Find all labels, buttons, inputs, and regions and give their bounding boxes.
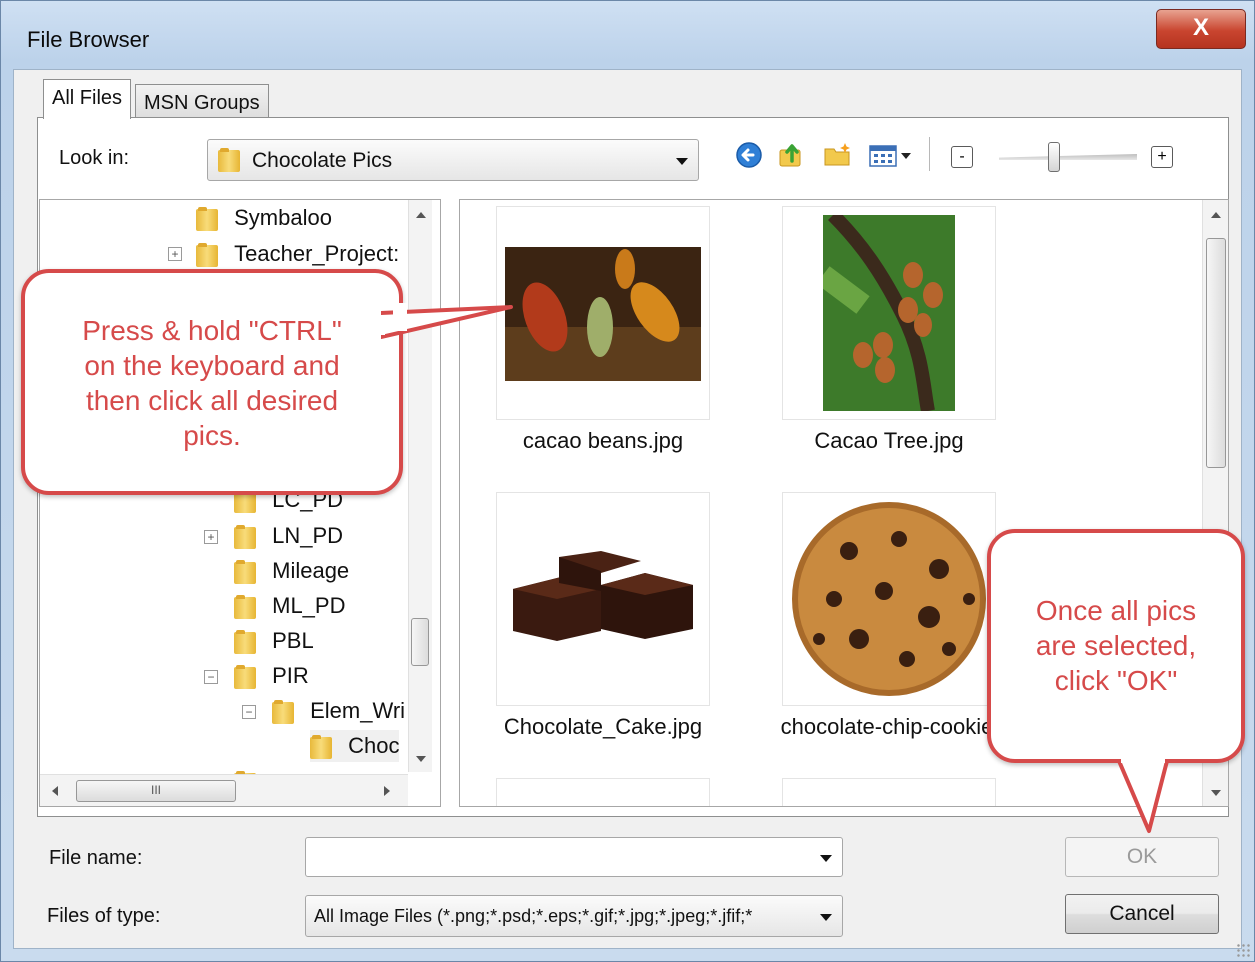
expand-icon[interactable]: + xyxy=(204,530,218,544)
file-name-caption: chocolate-chip-cookie xyxy=(780,714,994,739)
file-type-value: All Image Files (*.png;*.psd;*.eps;*.gif… xyxy=(314,906,753,926)
file-name-input[interactable] xyxy=(305,837,843,877)
file-name-label: File name: xyxy=(49,847,143,869)
folder-icon xyxy=(234,559,258,585)
scroll-right-icon[interactable] xyxy=(384,786,390,796)
tree-item-label: LN_PD xyxy=(272,523,344,548)
tab-msn-groups[interactable]: MSN Groups xyxy=(135,84,269,120)
folder-icon xyxy=(234,524,258,550)
tree-item-choc[interactable]: Choc xyxy=(310,730,400,762)
callout-right-line: click "OK" xyxy=(1054,665,1178,696)
callout-right: Once all pics are selected, click "OK" xyxy=(987,529,1245,763)
callout-left-line: Press & hold "CTRL" xyxy=(82,315,342,346)
folder-icon xyxy=(234,664,258,690)
look-in-label: Look in: xyxy=(59,147,130,169)
folder-icon xyxy=(272,699,296,725)
tree-item-ln-pd[interactable]: LN_PD xyxy=(234,520,343,552)
window-title: File Browser xyxy=(27,27,150,52)
resize-grip-icon[interactable] xyxy=(1236,943,1250,957)
file-type-dropdown[interactable]: All Image Files (*.png;*.psd;*.eps;*.gif… xyxy=(305,895,843,937)
folder-icon xyxy=(310,734,334,760)
tree-item-pbl[interactable]: PBL xyxy=(234,625,314,657)
file-thumbnail[interactable] xyxy=(782,778,996,806)
tree-horizontal-scrollbar[interactable]: III xyxy=(40,774,408,806)
tree-item-mileage[interactable]: Mileage xyxy=(234,555,349,587)
tree-item-label: ML_PD xyxy=(272,593,346,618)
look-in-dropdown[interactable]: Chocolate Pics xyxy=(207,139,699,181)
scroll-thumb[interactable] xyxy=(1206,238,1226,468)
tree-item-label: Elem_Wri xyxy=(310,698,406,723)
file-thumbnail[interactable] xyxy=(496,492,710,706)
tree-vertical-scrollbar[interactable] xyxy=(408,200,432,772)
back-icon[interactable] xyxy=(735,141,763,169)
tree-item-label: PBL xyxy=(272,628,314,653)
tree-item-pir[interactable]: PIR xyxy=(234,660,309,692)
tree-item-symbaloo[interactable]: Symbaloo xyxy=(196,202,332,234)
scroll-thumb[interactable] xyxy=(411,618,429,666)
zoom-slider-thumb[interactable] xyxy=(1048,142,1061,172)
tree-item-teacher-projects[interactable]: Teacher_Project: xyxy=(196,238,399,270)
folder-icon xyxy=(234,629,258,655)
ok-button[interactable]: OK xyxy=(1065,837,1219,877)
callout-right-pointer xyxy=(1117,749,1169,833)
callout-left: Press & hold "CTRL" on the keyboard and … xyxy=(21,269,403,495)
file-thumbnail[interactable] xyxy=(496,778,710,806)
folder-icon xyxy=(196,206,220,232)
close-button[interactable]: X xyxy=(1156,9,1246,49)
folder-icon xyxy=(218,147,242,173)
scroll-up-icon[interactable] xyxy=(416,212,426,218)
tab-all-files-label: All Files xyxy=(52,87,123,109)
scroll-down-icon[interactable] xyxy=(416,756,426,762)
toolbar-separator xyxy=(929,137,930,171)
tree-item-label: Mileage xyxy=(272,558,350,583)
file-name-caption: Chocolate_Cake.jpg xyxy=(503,714,703,739)
scroll-left-icon[interactable] xyxy=(52,786,58,796)
tree-item-label: Symbaloo xyxy=(234,205,332,230)
file-name-caption: Cacao Tree.jpg xyxy=(814,428,964,453)
cancel-button[interactable]: Cancel xyxy=(1065,894,1219,934)
collapse-icon[interactable]: − xyxy=(204,670,218,684)
callout-left-line: pics. xyxy=(183,420,241,451)
callout-left-pointer-cover xyxy=(393,303,407,331)
file-thumbnail[interactable] xyxy=(782,206,996,420)
file-thumbnail[interactable] xyxy=(782,492,996,706)
tree-item-label: Teacher_Project: xyxy=(234,241,400,266)
chevron-down-icon xyxy=(820,914,832,921)
zoom-out-button[interactable]: - xyxy=(951,146,973,168)
callout-left-line: on the keyboard and xyxy=(84,350,340,381)
horizontal-scroll-thumb[interactable]: III xyxy=(76,780,236,802)
scroll-down-icon[interactable] xyxy=(1211,790,1221,796)
file-browser-window: File Browser X All Files MSN Groups Look… xyxy=(0,0,1255,962)
callout-right-line: Once all pics xyxy=(1035,595,1197,626)
file-name-caption: cacao beans.jpg xyxy=(522,428,684,453)
cacao-pods-photo xyxy=(505,247,701,381)
chevron-down-icon xyxy=(676,158,688,165)
cookie-photo xyxy=(792,502,986,696)
tree-item-label: Choc xyxy=(348,733,400,758)
tree-item-label: PIR xyxy=(272,663,309,688)
chocolate-cake-photo xyxy=(505,549,701,659)
chevron-down-icon[interactable] xyxy=(820,855,832,862)
file-thumbnail[interactable] xyxy=(496,206,710,420)
files-of-type-label: Files of type: xyxy=(47,905,161,927)
tree-item-elem-wri[interactable]: Elem_Wri xyxy=(272,695,405,727)
folder-icon xyxy=(196,242,220,268)
tab-msn-groups-label: MSN Groups xyxy=(144,92,260,114)
new-folder-icon[interactable] xyxy=(823,141,851,169)
expand-icon[interactable]: + xyxy=(168,247,182,261)
tab-all-files[interactable]: All Files xyxy=(43,79,132,119)
cacao-tree-photo xyxy=(823,215,955,411)
title-bar[interactable]: File Browser X xyxy=(1,1,1254,69)
view-menu-icon[interactable] xyxy=(867,141,917,169)
up-folder-icon[interactable] xyxy=(777,141,805,169)
collapse-icon[interactable]: − xyxy=(242,705,256,719)
callout-right-line: are selected, xyxy=(1035,630,1197,661)
scroll-up-icon[interactable] xyxy=(1211,212,1221,218)
zoom-in-button[interactable]: + xyxy=(1151,146,1173,168)
folder-icon xyxy=(234,594,258,620)
look-in-value: Chocolate Pics xyxy=(252,149,393,172)
callout-left-line: then click all desired xyxy=(85,385,339,416)
tree-item-ml-pd[interactable]: ML_PD xyxy=(234,590,345,622)
scroll-grip: III xyxy=(150,783,161,797)
